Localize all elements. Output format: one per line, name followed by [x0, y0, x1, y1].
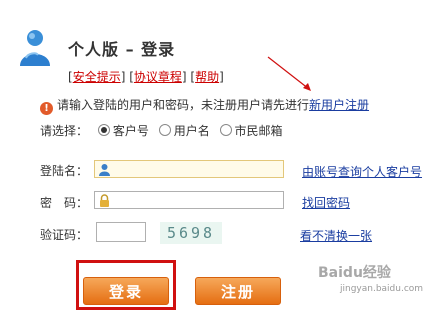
- radio-dot[interactable]: [97, 124, 110, 136]
- lookup-customer-id-link[interactable]: 由账号查询个人客户号: [302, 163, 422, 180]
- register-notice: ! 请输入登陆的用户和密码，未注册用户请先进行新用户注册: [40, 96, 369, 115]
- notice-text: 请输入登陆的用户和密码，未注册用户请先进行: [57, 98, 310, 112]
- header-links: [安全提示] [协议章程] [帮助]: [68, 70, 224, 84]
- radio-customer-id[interactable]: 客户号: [97, 124, 149, 138]
- security-tips-link[interactable]: 安全提示: [73, 70, 121, 84]
- user-icon: [20, 30, 50, 66]
- radio-dot[interactable]: [158, 124, 171, 136]
- user-small-icon: [99, 164, 110, 176]
- lock-icon: [100, 194, 109, 207]
- agreement-link[interactable]: 协议章程: [134, 70, 182, 84]
- watermark-url: jingyan.baidu.com: [340, 284, 424, 294]
- help-link[interactable]: 帮助: [195, 70, 219, 84]
- username-label: 登陆名：: [40, 164, 89, 178]
- password-label: 密 码：: [40, 196, 89, 210]
- new-user-register-link[interactable]: 新用户注册: [309, 98, 369, 112]
- watermark: Baidu经验: [318, 265, 391, 281]
- captcha-label: 验证码：: [40, 228, 89, 242]
- alert-icon: !: [40, 102, 53, 115]
- radio-dot[interactable]: [219, 124, 232, 136]
- radio-username[interactable]: 用户名: [158, 124, 210, 138]
- login-type-label: 请选择：: [40, 124, 89, 138]
- password-input[interactable]: [94, 191, 284, 209]
- login-button[interactable]: 登录: [83, 277, 169, 305]
- radio-citizen-email[interactable]: 市民邮箱: [219, 124, 283, 138]
- refresh-captcha-link[interactable]: 看不清换一张: [300, 227, 372, 244]
- captcha-image[interactable]: 5698: [160, 222, 222, 244]
- register-button[interactable]: 注册: [195, 277, 281, 305]
- annotation-arrow: [267, 56, 311, 91]
- login-type-row: 请选择： 客户号 用户名 市民邮箱: [40, 122, 283, 139]
- page-title: 个人版 – 登录: [68, 40, 176, 59]
- captcha-input[interactable]: [96, 222, 146, 242]
- username-input[interactable]: [94, 160, 284, 178]
- recover-password-link[interactable]: 找回密码: [302, 194, 350, 211]
